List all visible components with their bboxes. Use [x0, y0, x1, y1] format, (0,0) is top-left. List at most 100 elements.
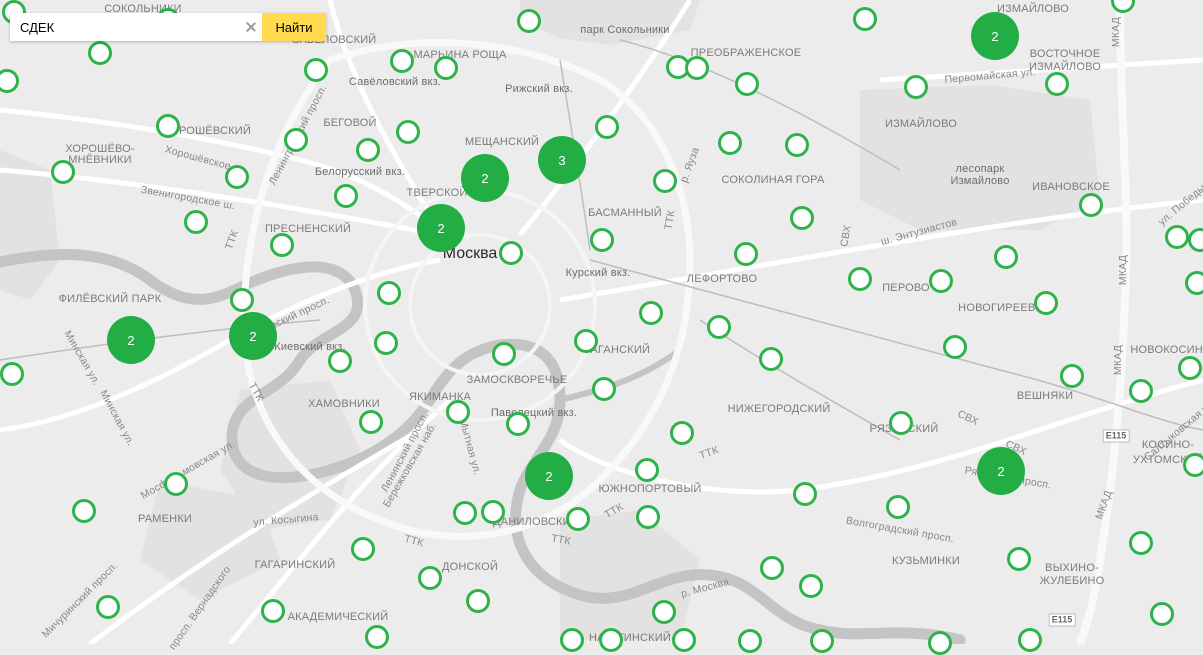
pickup-point-marker[interactable] [928, 631, 952, 655]
pickup-point-marker[interactable] [492, 342, 516, 366]
pickup-point-marker[interactable] [653, 169, 677, 193]
pickup-point-marker[interactable] [418, 566, 442, 590]
pickup-point-marker[interactable] [718, 131, 742, 155]
search-input[interactable] [20, 19, 240, 35]
pickup-point-marker[interactable] [685, 56, 709, 80]
road-label: МКАД [1112, 344, 1124, 376]
pickup-point-marker[interactable] [734, 242, 758, 266]
cluster-marker[interactable]: 3 [538, 136, 586, 184]
pickup-point-marker[interactable] [96, 595, 120, 619]
cluster-marker[interactable]: 2 [229, 312, 277, 360]
pickup-point-marker[interactable] [365, 625, 389, 649]
pickup-point-marker[interactable] [590, 228, 614, 252]
pickup-point-marker[interactable] [1129, 379, 1153, 403]
pickup-point-marker[interactable] [1007, 547, 1031, 571]
pickup-point-marker[interactable] [0, 362, 24, 386]
pickup-point-marker[interactable] [735, 72, 759, 96]
pickup-point-marker[interactable] [595, 115, 619, 139]
pickup-point-marker[interactable] [635, 458, 659, 482]
pickup-point-marker[interactable] [707, 315, 731, 339]
pickup-point-marker[interactable] [853, 7, 877, 31]
district-label: ВЕШНЯКИ [1016, 390, 1074, 402]
pickup-point-marker[interactable] [51, 160, 75, 184]
pickup-point-marker[interactable] [230, 288, 254, 312]
pickup-point-marker[interactable] [1178, 356, 1202, 380]
pickup-point-marker[interactable] [284, 128, 308, 152]
pickup-point-marker[interactable] [1129, 531, 1153, 555]
pickup-point-marker[interactable] [1034, 291, 1058, 315]
pickup-point-marker[interactable] [1045, 72, 1069, 96]
pickup-point-marker[interactable] [994, 245, 1018, 269]
pickup-point-marker[interactable] [351, 537, 375, 561]
pickup-point-marker[interactable] [1150, 602, 1174, 626]
pickup-point-marker[interactable] [88, 41, 112, 65]
pickup-point-marker[interactable] [356, 138, 380, 162]
pickup-point-marker[interactable] [156, 114, 180, 138]
pickup-point-marker[interactable] [396, 120, 420, 144]
pickup-point-marker[interactable] [670, 421, 694, 445]
cluster-marker[interactable]: 2 [461, 154, 509, 202]
pickup-point-marker[interactable] [1079, 193, 1103, 217]
map-canvas[interactable]: СОКОЛЬНИКИ САВЁЛОВСКИЙ МАРЬИНА РОЩА ПРЕОБРА… [0, 0, 1203, 655]
pickup-point-marker[interactable] [390, 49, 414, 73]
pickup-point-marker[interactable] [652, 600, 676, 624]
pickup-point-marker[interactable] [566, 507, 590, 531]
pickup-point-marker[interactable] [506, 412, 530, 436]
pickup-point-marker[interactable] [1185, 271, 1203, 295]
pickup-point-marker[interactable] [760, 556, 784, 580]
pickup-point-marker[interactable] [466, 589, 490, 613]
pickup-point-marker[interactable] [270, 233, 294, 257]
pickup-point-marker[interactable] [574, 329, 598, 353]
pickup-point-marker[interactable] [481, 500, 505, 524]
pickup-point-marker[interactable] [759, 347, 783, 371]
pickup-point-marker[interactable] [929, 269, 953, 293]
pickup-point-marker[interactable] [810, 629, 834, 653]
pickup-point-marker[interactable] [599, 628, 623, 652]
pickup-point-marker[interactable] [790, 206, 814, 230]
pickup-point-marker[interactable] [328, 349, 352, 373]
pickup-point-marker[interactable] [636, 505, 660, 529]
pickup-point-marker[interactable] [943, 335, 967, 359]
pickup-point-marker[interactable] [499, 241, 523, 265]
district-label: МАРЬИНА РОЩА [413, 49, 507, 61]
pickup-point-marker[interactable] [334, 184, 358, 208]
cluster-marker[interactable]: 2 [971, 12, 1019, 60]
pickup-point-marker[interactable] [446, 400, 470, 424]
pickup-point-marker[interactable] [672, 628, 696, 652]
pickup-point-marker[interactable] [1018, 628, 1042, 652]
cluster-marker[interactable]: 2 [417, 204, 465, 252]
pickup-point-marker[interactable] [184, 210, 208, 234]
pickup-point-marker[interactable] [848, 267, 872, 291]
pickup-point-marker[interactable] [377, 281, 401, 305]
pickup-point-marker[interactable] [793, 482, 817, 506]
pickup-point-marker[interactable] [225, 165, 249, 189]
pickup-point-marker[interactable] [889, 411, 913, 435]
pickup-point-marker[interactable] [1060, 364, 1084, 388]
pickup-point-marker[interactable] [639, 301, 663, 325]
pickup-point-marker[interactable] [434, 56, 458, 80]
pickup-point-marker[interactable] [904, 75, 928, 99]
pickup-point-marker[interactable] [785, 133, 809, 157]
pickup-point-marker[interactable] [738, 629, 762, 653]
pickup-point-marker[interactable] [453, 501, 477, 525]
pickup-point-marker[interactable] [799, 574, 823, 598]
search-button[interactable]: Найти [262, 13, 326, 41]
clear-search-icon[interactable] [244, 20, 258, 34]
cluster-marker[interactable]: 2 [977, 447, 1025, 495]
cluster-marker[interactable]: 2 [525, 452, 573, 500]
pickup-point-marker[interactable] [1183, 453, 1203, 477]
pickup-point-marker[interactable] [374, 331, 398, 355]
pickup-point-marker[interactable] [304, 58, 328, 82]
pickup-point-marker[interactable] [261, 599, 285, 623]
district-label: КУЗЬМИНКИ [891, 555, 961, 567]
pickup-point-marker[interactable] [592, 377, 616, 401]
pickup-point-marker[interactable] [72, 499, 96, 523]
district-label: ХАМОВНИКИ [308, 398, 380, 410]
pickup-point-marker[interactable] [1165, 225, 1189, 249]
pickup-point-marker[interactable] [517, 9, 541, 33]
pickup-point-marker[interactable] [164, 472, 188, 496]
pickup-point-marker[interactable] [560, 628, 584, 652]
pickup-point-marker[interactable] [886, 495, 910, 519]
pickup-point-marker[interactable] [359, 410, 383, 434]
cluster-marker[interactable]: 2 [107, 316, 155, 364]
